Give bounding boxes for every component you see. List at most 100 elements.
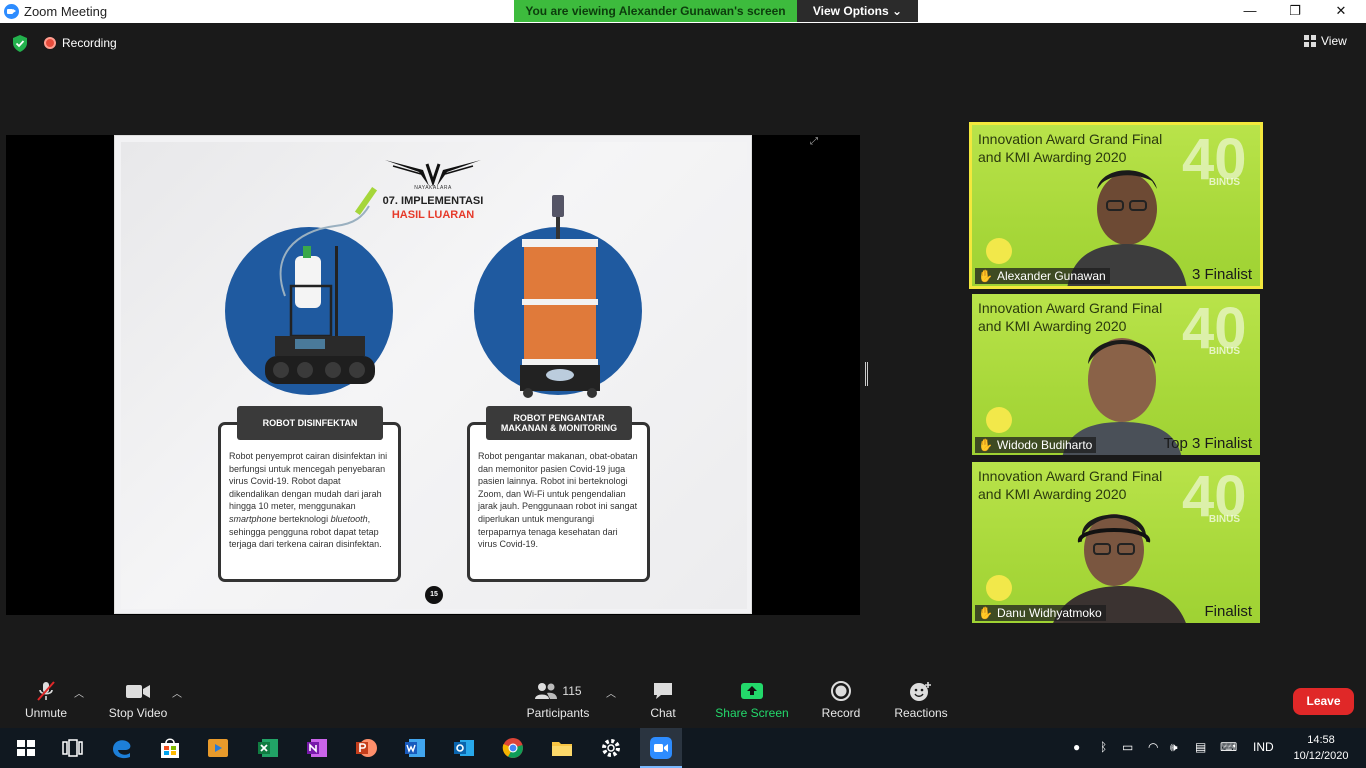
- reactions-label: Reactions: [894, 706, 948, 720]
- robot2-title: ROBOT PENGANTAR MAKANAN & MONITORING: [486, 406, 632, 440]
- chevron-down-icon: ⌄: [892, 4, 903, 18]
- tile-finalist-text: Finalist: [1204, 603, 1252, 620]
- zoom-meeting-window: Zoom Meeting You are viewing Alexander G…: [0, 0, 1366, 768]
- tile-finalist-text: 3 Finalist: [1191, 266, 1252, 283]
- clock-date: 10/12/2020: [1293, 750, 1349, 762]
- share-screen-button[interactable]: Share Screen: [714, 680, 790, 720]
- outlook-icon[interactable]: [452, 736, 476, 760]
- powerpoint-icon[interactable]: [354, 736, 378, 760]
- chrome-icon[interactable]: [501, 736, 525, 760]
- zoom-app-icon: [650, 737, 672, 759]
- pin-icon: ✋: [978, 438, 993, 452]
- video-camera-icon: [126, 685, 150, 698]
- chat-button[interactable]: Chat: [640, 680, 686, 720]
- chat-label: Chat: [650, 706, 676, 720]
- award-sun-icon: [986, 407, 1012, 433]
- participant-video-image: [1067, 170, 1187, 286]
- reactions-button[interactable]: Reactions: [892, 680, 950, 720]
- participants-options-caret-icon[interactable]: ︿: [606, 685, 616, 700]
- onenote-icon[interactable]: [305, 736, 329, 760]
- participant-name-label: ✋ Alexander Gunawan: [975, 268, 1110, 284]
- disinfectant-robot-image: [265, 186, 378, 384]
- record-icon: [831, 681, 851, 701]
- clock-time: 14:58: [1307, 734, 1335, 746]
- recording-dot-icon: [44, 37, 56, 49]
- stop-video-button[interactable]: Stop Video: [104, 680, 172, 720]
- view-options-label: View Options: [812, 4, 889, 18]
- shared-screen[interactable]: ⤢ NAYAKALARA 07. IMPLEMENTASI HASIL LUAR…: [6, 135, 860, 615]
- close-button[interactable]: ✕: [1318, 0, 1364, 23]
- windows-taskbar: ● ᛒ ▭ ◠ 🕪 ▤ ⌨ IND 14:58 10/12/2020: [0, 728, 1366, 768]
- zoom-taskbar-item[interactable]: [640, 728, 682, 768]
- video-tile-widodo[interactable]: Innovation Award Grand Final and KMI Awa…: [972, 294, 1260, 455]
- binus-text: BINUS: [1208, 177, 1240, 188]
- media-player-icon[interactable]: [206, 736, 230, 760]
- panel-splitter-handle[interactable]: [865, 362, 868, 386]
- pin-icon: ✋: [978, 606, 993, 620]
- video-options-caret-icon[interactable]: ︿: [172, 685, 182, 700]
- leave-meeting-button[interactable]: Leave: [1293, 688, 1354, 715]
- file-explorer-icon[interactable]: [550, 736, 574, 760]
- pin-icon: ✋: [978, 269, 993, 283]
- robot1-title: ROBOT DISINFEKTAN: [237, 406, 383, 440]
- view-label: View: [1321, 34, 1347, 48]
- notifications-icon[interactable]: ▤: [1195, 740, 1206, 754]
- presentation-slide: NAYAKALARA 07. IMPLEMENTASI HASIL LUARAN…: [114, 135, 752, 614]
- store-icon[interactable]: [158, 736, 182, 760]
- slide-page-number: 15: [425, 586, 443, 604]
- minimize-button[interactable]: —: [1227, 0, 1273, 23]
- zoom-app-icon: [4, 4, 19, 19]
- award-sun-icon: [986, 575, 1012, 601]
- chat-bubble-icon: [654, 683, 672, 699]
- muted-microphone-icon: [37, 681, 55, 701]
- windows-start-icon[interactable]: [14, 736, 38, 760]
- battery-icon[interactable]: ▭: [1122, 740, 1133, 754]
- recording-label: Recording: [62, 36, 117, 50]
- wifi-icon[interactable]: ◠: [1148, 740, 1158, 754]
- bluetooth-icon[interactable]: ᛒ: [1100, 740, 1107, 754]
- award-sun-icon: [986, 238, 1012, 264]
- video-tile-danu[interactable]: Innovation Award Grand Final and KMI Awa…: [972, 462, 1260, 623]
- edge-browser-icon[interactable]: [110, 736, 134, 760]
- title-bar: Zoom Meeting You are viewing Alexander G…: [0, 0, 1366, 23]
- delivery-robot-image: [520, 195, 600, 398]
- participants-icon: [535, 683, 558, 699]
- audio-options-caret-icon[interactable]: ︿: [74, 685, 84, 700]
- viewing-screen-banner: You are viewing Alexander Gunawan's scre…: [514, 0, 797, 22]
- share-screen-arrow-icon: [741, 683, 763, 699]
- robot2-description-box: Robot pengantar makanan, obat-obatan dan…: [467, 422, 650, 582]
- meeting-toolbar: Unmute ︿ Stop Video ︿ 115 Participants ︿: [0, 673, 1366, 728]
- record-label: Record: [821, 706, 861, 720]
- zoom-tray-icon[interactable]: ●: [1073, 740, 1080, 754]
- input-language[interactable]: IND: [1253, 740, 1274, 754]
- participants-button[interactable]: 115 Participants: [522, 680, 594, 720]
- unmute-button[interactable]: Unmute: [20, 680, 72, 720]
- maximize-button[interactable]: ❐: [1272, 0, 1318, 23]
- word-icon[interactable]: [403, 736, 427, 760]
- grid-view-icon: [1304, 35, 1316, 47]
- participant-count: 115: [562, 684, 582, 698]
- share-screen-label: Share Screen: [715, 706, 789, 720]
- expand-icon[interactable]: ⤢: [810, 136, 818, 147]
- view-button[interactable]: View: [1304, 34, 1347, 48]
- robot1-description-box: Robot penyemprot cairan disinfektan ini …: [218, 422, 401, 582]
- tile-finalist-text: Top 3 Finalist: [1163, 435, 1252, 452]
- recording-indicator[interactable]: Recording: [44, 34, 117, 52]
- security-shield-icon[interactable]: [12, 35, 28, 52]
- excel-icon[interactable]: [256, 736, 280, 760]
- binus-text: BINUS: [1208, 346, 1240, 357]
- keyboard-icon[interactable]: ⌨: [1220, 740, 1237, 754]
- volume-icon[interactable]: 🕪: [1170, 740, 1178, 755]
- window-title: Zoom Meeting: [24, 4, 108, 19]
- view-options-button[interactable]: View Options ⌄: [797, 0, 918, 22]
- task-view-icon[interactable]: [60, 736, 84, 760]
- participants-label: Participants: [526, 706, 590, 720]
- participant-name-label: ✋ Widodo Budiharto: [975, 437, 1097, 453]
- settings-gear-icon[interactable]: [599, 736, 623, 760]
- participant-video-image: [1053, 514, 1186, 623]
- unmute-label: Unmute: [24, 706, 68, 720]
- record-button[interactable]: Record: [816, 680, 866, 720]
- video-tile-alexander[interactable]: Innovation Award Grand Final and KMI Awa…: [969, 122, 1263, 289]
- stop-video-label: Stop Video: [108, 706, 168, 720]
- system-clock[interactable]: 14:58 10/12/2020: [1290, 732, 1352, 764]
